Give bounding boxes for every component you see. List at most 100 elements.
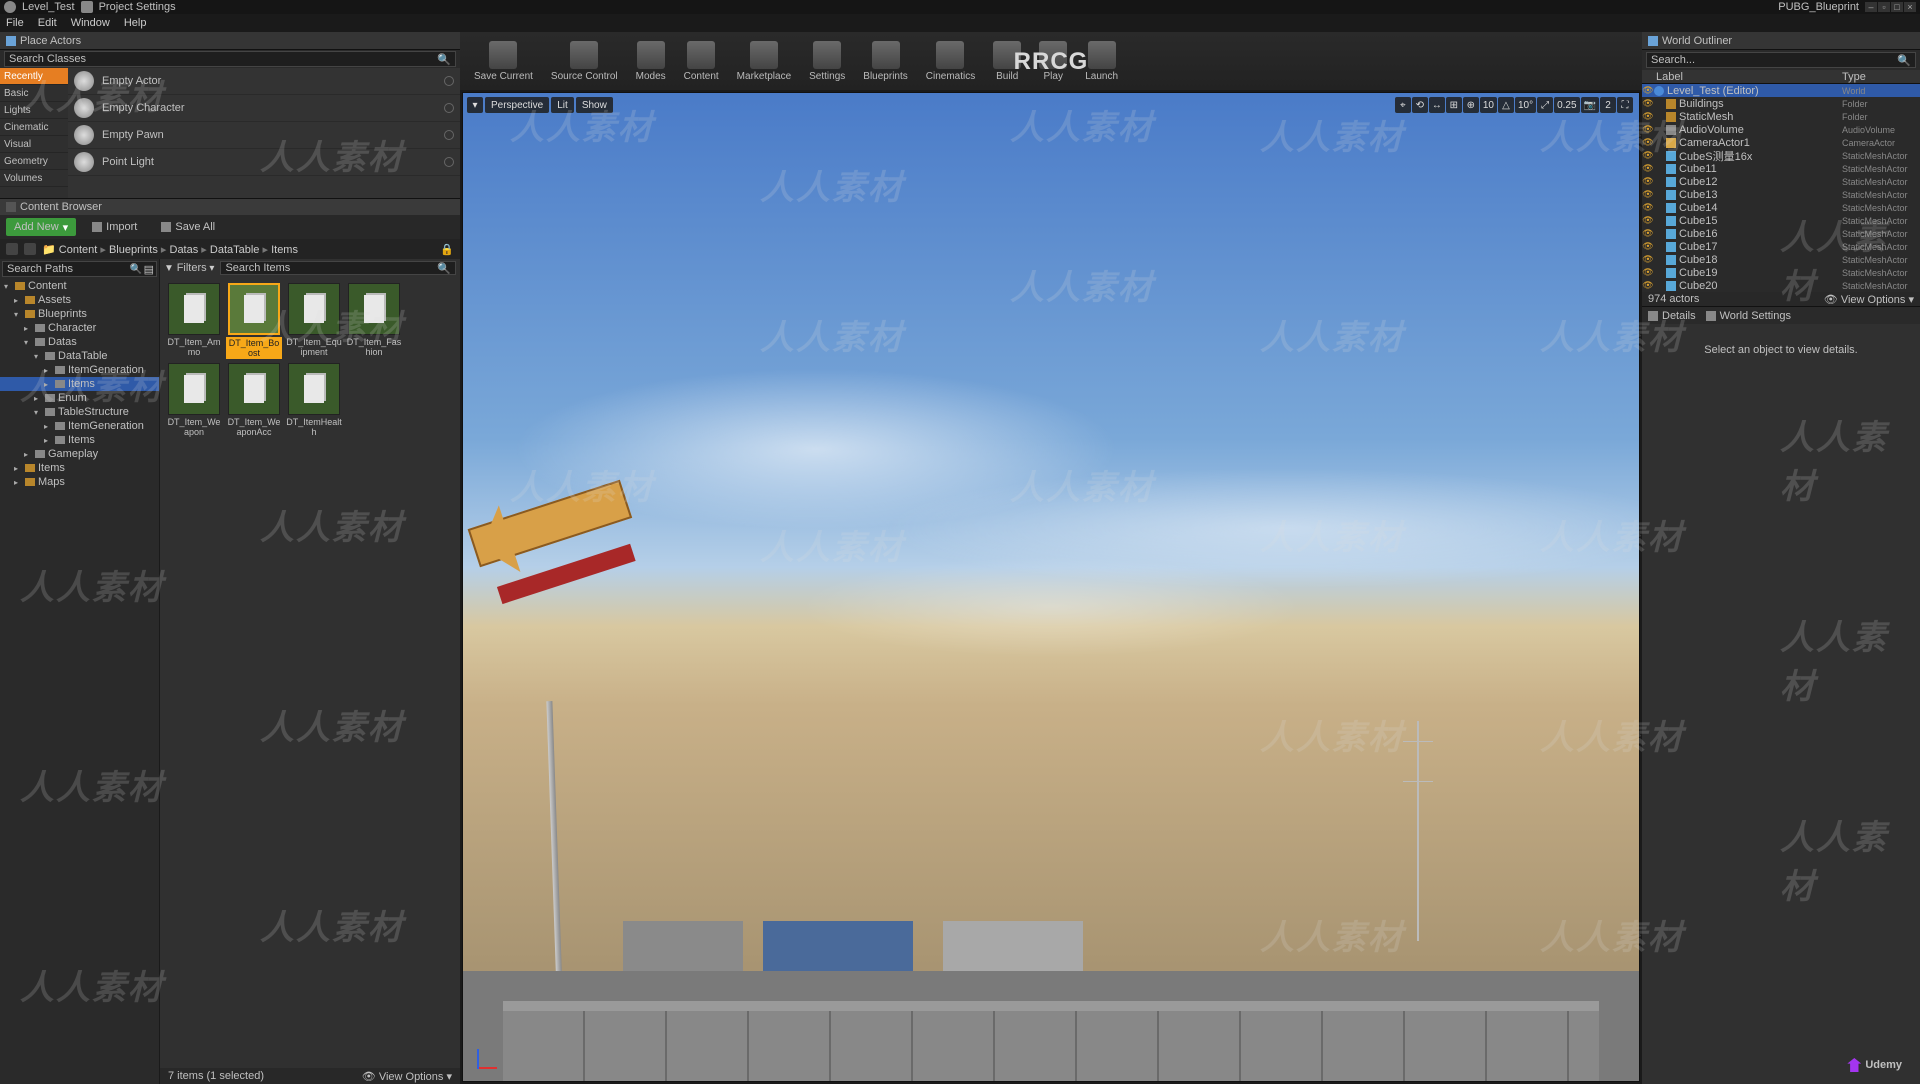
- tree-row[interactable]: ▸Assets: [0, 293, 159, 307]
- viewport-tool-button[interactable]: △: [1498, 97, 1514, 113]
- asset-item[interactable]: DT_Item_Weapon: [166, 363, 222, 437]
- visibility-icon[interactable]: 👁: [1642, 137, 1654, 148]
- menu-edit[interactable]: Edit: [38, 17, 57, 29]
- breadcrumb-item[interactable]: Items: [271, 244, 298, 256]
- visibility-icon[interactable]: 👁: [1642, 98, 1654, 109]
- import-button[interactable]: Import: [84, 218, 145, 236]
- outliner-col-type[interactable]: Type: [1842, 71, 1920, 83]
- toolbar-source-control-button[interactable]: Source Control: [551, 41, 618, 82]
- nav-fwd-icon[interactable]: [24, 243, 36, 255]
- outliner-row[interactable]: 👁BuildingsFolder: [1642, 97, 1920, 110]
- place-actors-item[interactable]: Empty Actor: [68, 68, 460, 95]
- visibility-icon[interactable]: 👁: [1642, 189, 1654, 200]
- place-actors-search[interactable]: Search Classes 🔍: [4, 51, 456, 67]
- tree-arrow-icon[interactable]: ▾: [14, 310, 22, 319]
- outliner-col-label[interactable]: Label: [1642, 71, 1842, 83]
- place-actors-category[interactable]: Visual Effects: [0, 136, 68, 153]
- restore-button[interactable]: ▫: [1878, 2, 1890, 12]
- tree-arrow-icon[interactable]: ▸: [14, 296, 22, 305]
- toolbar-launch-button[interactable]: Launch: [1085, 41, 1118, 82]
- viewport-tool-button[interactable]: 2: [1600, 97, 1616, 113]
- show-button[interactable]: Show: [576, 97, 613, 113]
- visibility-icon[interactable]: 👁: [1642, 176, 1654, 187]
- toolbar-marketplace-button[interactable]: Marketplace: [737, 41, 791, 82]
- breadcrumb-item[interactable]: DataTable: [210, 244, 260, 256]
- visibility-icon[interactable]: 👁: [1642, 150, 1654, 161]
- visibility-icon[interactable]: 👁: [1642, 215, 1654, 226]
- minimize-button[interactable]: –: [1865, 2, 1877, 12]
- world-settings-tab[interactable]: World Settings: [1706, 310, 1791, 322]
- add-new-button[interactable]: Add New ▾: [6, 218, 76, 236]
- menu-help[interactable]: Help: [124, 17, 147, 29]
- outliner-row[interactable]: 👁Cube14StaticMeshActor: [1642, 201, 1920, 214]
- asset-item[interactable]: DT_Item_Boost: [226, 283, 282, 359]
- viewport-tool-button[interactable]: 10°: [1515, 97, 1536, 113]
- toolbar-modes-button[interactable]: Modes: [636, 41, 666, 82]
- place-actors-category[interactable]: Basic: [0, 85, 68, 102]
- outliner-row[interactable]: 👁Cube15StaticMeshActor: [1642, 214, 1920, 227]
- blueprint-tab[interactable]: PUBG_Blueprint: [1778, 1, 1859, 13]
- tree-arrow-icon[interactable]: ▾: [24, 338, 32, 347]
- outliner-search-input[interactable]: Search... 🔍: [1646, 52, 1916, 68]
- outliner-row[interactable]: 👁CubeS测量16xStaticMeshActor: [1642, 149, 1920, 162]
- viewport-tool-button[interactable]: 10: [1480, 97, 1497, 113]
- tree-arrow-icon[interactable]: ▸: [24, 324, 32, 333]
- maximize-button[interactable]: □: [1891, 2, 1903, 12]
- viewport-tool-button[interactable]: ↔: [1429, 97, 1445, 113]
- nav-back-icon[interactable]: [6, 243, 18, 255]
- content-browser-tab[interactable]: Content Browser: [0, 199, 460, 215]
- tree-row[interactable]: ▸Items: [0, 377, 159, 391]
- outliner-row[interactable]: 👁AudioVolumeAudioVolume: [1642, 123, 1920, 136]
- outliner-row[interactable]: 👁Cube11StaticMeshActor: [1642, 162, 1920, 175]
- tree-row[interactable]: ▾Content: [0, 279, 159, 293]
- tree-arrow-icon[interactable]: ▾: [34, 352, 42, 361]
- visibility-icon[interactable]: 👁: [1642, 163, 1654, 174]
- viewport-tool-button[interactable]: 0.25: [1554, 97, 1579, 113]
- tree-row[interactable]: ▸ItemGeneration: [0, 363, 159, 377]
- details-tab[interactable]: Details: [1648, 310, 1696, 322]
- place-actors-item[interactable]: Point Light: [68, 149, 460, 176]
- pin-icon[interactable]: [444, 157, 454, 167]
- menu-file[interactable]: File: [6, 17, 24, 29]
- visibility-icon[interactable]: 👁: [1642, 228, 1654, 239]
- tree-row[interactable]: ▸Character: [0, 321, 159, 335]
- viewport-tool-button[interactable]: ⛶: [1617, 97, 1633, 113]
- place-actors-category[interactable]: Volumes: [0, 170, 68, 187]
- place-actors-category[interactable]: Recently Placed: [0, 68, 68, 85]
- outliner-row[interactable]: 👁Cube20StaticMeshActor: [1642, 279, 1920, 292]
- pin-icon[interactable]: [444, 76, 454, 86]
- toolbar-settings-button[interactable]: Settings: [809, 41, 845, 82]
- toolbar-blueprints-button[interactable]: Blueprints: [863, 41, 907, 82]
- asset-item[interactable]: DT_Item_WeaponAcc: [226, 363, 282, 437]
- viewport-tool-button[interactable]: ⊕: [1463, 97, 1479, 113]
- outliner-row[interactable]: 👁Cube13StaticMeshActor: [1642, 188, 1920, 201]
- project-settings-tab[interactable]: Project Settings: [99, 1, 176, 13]
- place-actors-category[interactable]: Geometry: [0, 153, 68, 170]
- tree-row[interactable]: ▸Gameplay: [0, 447, 159, 461]
- tree-collapse-icon[interactable]: ▤: [144, 263, 154, 276]
- tree-row[interactable]: ▸Items: [0, 433, 159, 447]
- toolbar-build-button[interactable]: Build: [993, 41, 1021, 82]
- menu-window[interactable]: Window: [71, 17, 110, 29]
- tree-row[interactable]: ▸Enum: [0, 391, 159, 405]
- asset-item[interactable]: DT_Item_Fashion: [346, 283, 402, 359]
- path-lock-icon[interactable]: 🔒: [440, 243, 454, 256]
- toolbar-content-button[interactable]: Content: [684, 41, 719, 82]
- place-actors-tab[interactable]: Place Actors: [0, 32, 460, 50]
- place-actors-category[interactable]: Lights: [0, 102, 68, 119]
- place-actors-category[interactable]: Cinematic: [0, 119, 68, 136]
- outliner-row[interactable]: 👁Cube19StaticMeshActor: [1642, 266, 1920, 279]
- tree-arrow-icon[interactable]: ▸: [44, 422, 52, 431]
- save-all-button[interactable]: Save All: [153, 218, 223, 236]
- perspective-button[interactable]: Perspective: [485, 97, 549, 113]
- outliner-row[interactable]: 👁Cube12StaticMeshActor: [1642, 175, 1920, 188]
- tree-search-input[interactable]: Search Paths 🔍 ▤: [2, 261, 157, 277]
- asset-item[interactable]: DT_ItemHealth: [286, 363, 342, 437]
- filters-dropdown[interactable]: ▼ Filters ▾: [164, 262, 214, 274]
- pin-icon[interactable]: [444, 130, 454, 140]
- outliner-row[interactable]: 👁Cube18StaticMeshActor: [1642, 253, 1920, 266]
- tree-arrow-icon[interactable]: ▸: [44, 380, 52, 389]
- tree-row[interactable]: ▸Items: [0, 461, 159, 475]
- visibility-icon[interactable]: 👁: [1642, 254, 1654, 265]
- toolbar-cinematics-button[interactable]: Cinematics: [926, 41, 975, 82]
